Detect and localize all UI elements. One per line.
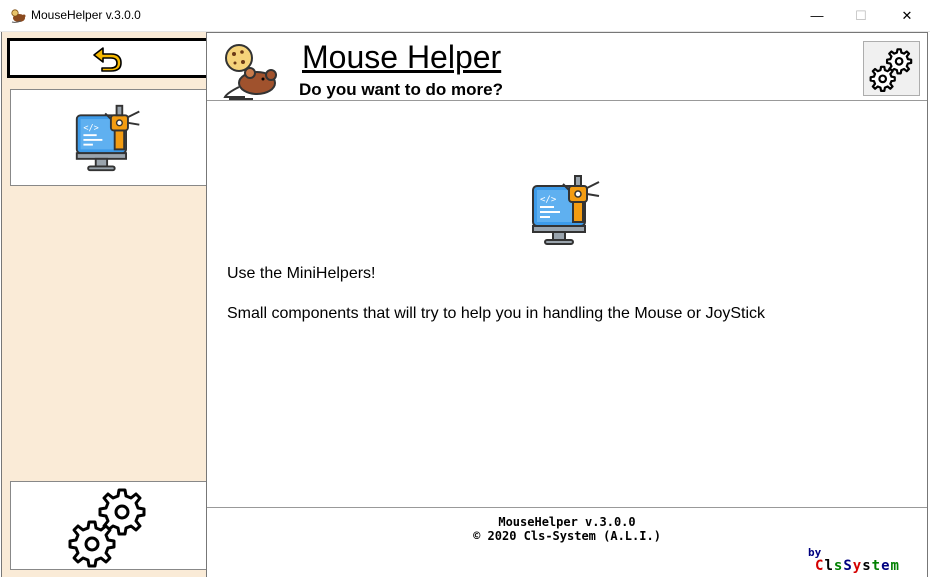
brand-letter: e — [881, 558, 891, 574]
clssystem-logo: ClsSystem — [815, 558, 900, 574]
brand-letter: S — [843, 558, 853, 574]
computer-robot-arm-icon: </> — [75, 104, 140, 171]
main-panel: Mouse Helper Do you want to do more? </> — [206, 32, 928, 577]
gears-icon — [68, 488, 145, 567]
settings-header-button[interactable] — [863, 41, 920, 96]
footer-copyright: © 2020 Cls-System (A.L.I.) — [473, 529, 661, 543]
back-button[interactable] — [7, 38, 206, 78]
computer-robot-arm-icon: </> — [532, 175, 600, 245]
settings-sidebar-button[interactable] — [10, 481, 206, 570]
description-text: Small components that will try to help y… — [227, 305, 766, 322]
brand-letter: l — [824, 558, 834, 574]
brand-letter: s — [833, 558, 844, 574]
title-bar: MouseHelper v.3.0.0 — ☐ ✕ — [0, 0, 930, 32]
sidebar: </> — [1, 32, 208, 577]
minihelpers-button[interactable]: </> — [10, 89, 206, 186]
header: Mouse Helper Do you want to do more? — [207, 33, 927, 101]
mouse-app-icon — [11, 9, 26, 23]
window-title: MouseHelper v.3.0.0 — [31, 8, 141, 22]
footer-version: MouseHelper v.3.0.0 — [498, 515, 636, 529]
brand-letter: m — [890, 558, 900, 574]
undo-arrow-icon — [93, 47, 122, 72]
maximize-button[interactable]: ☐ — [838, 0, 884, 31]
brand-letter: C — [815, 558, 825, 574]
minimize-button[interactable]: — — [794, 0, 840, 31]
intro-text: Use the MiniHelpers! — [227, 265, 376, 282]
close-button[interactable]: ✕ — [884, 0, 930, 31]
app-title: Mouse Helper — [302, 39, 502, 75]
app-subtitle: Do you want to do more? — [299, 80, 503, 99]
svg-text:</>: </> — [540, 195, 557, 205]
svg-text:</>: </> — [83, 123, 98, 133]
gears-icon — [869, 47, 912, 92]
brand-letter: y — [852, 558, 863, 574]
footer: MouseHelper v.3.0.0 © 2020 Cls-System (A… — [207, 507, 927, 577]
brand-letter: s — [862, 558, 872, 574]
brand-letter: t — [871, 558, 882, 574]
mouse-cookie-icon — [223, 44, 277, 100]
